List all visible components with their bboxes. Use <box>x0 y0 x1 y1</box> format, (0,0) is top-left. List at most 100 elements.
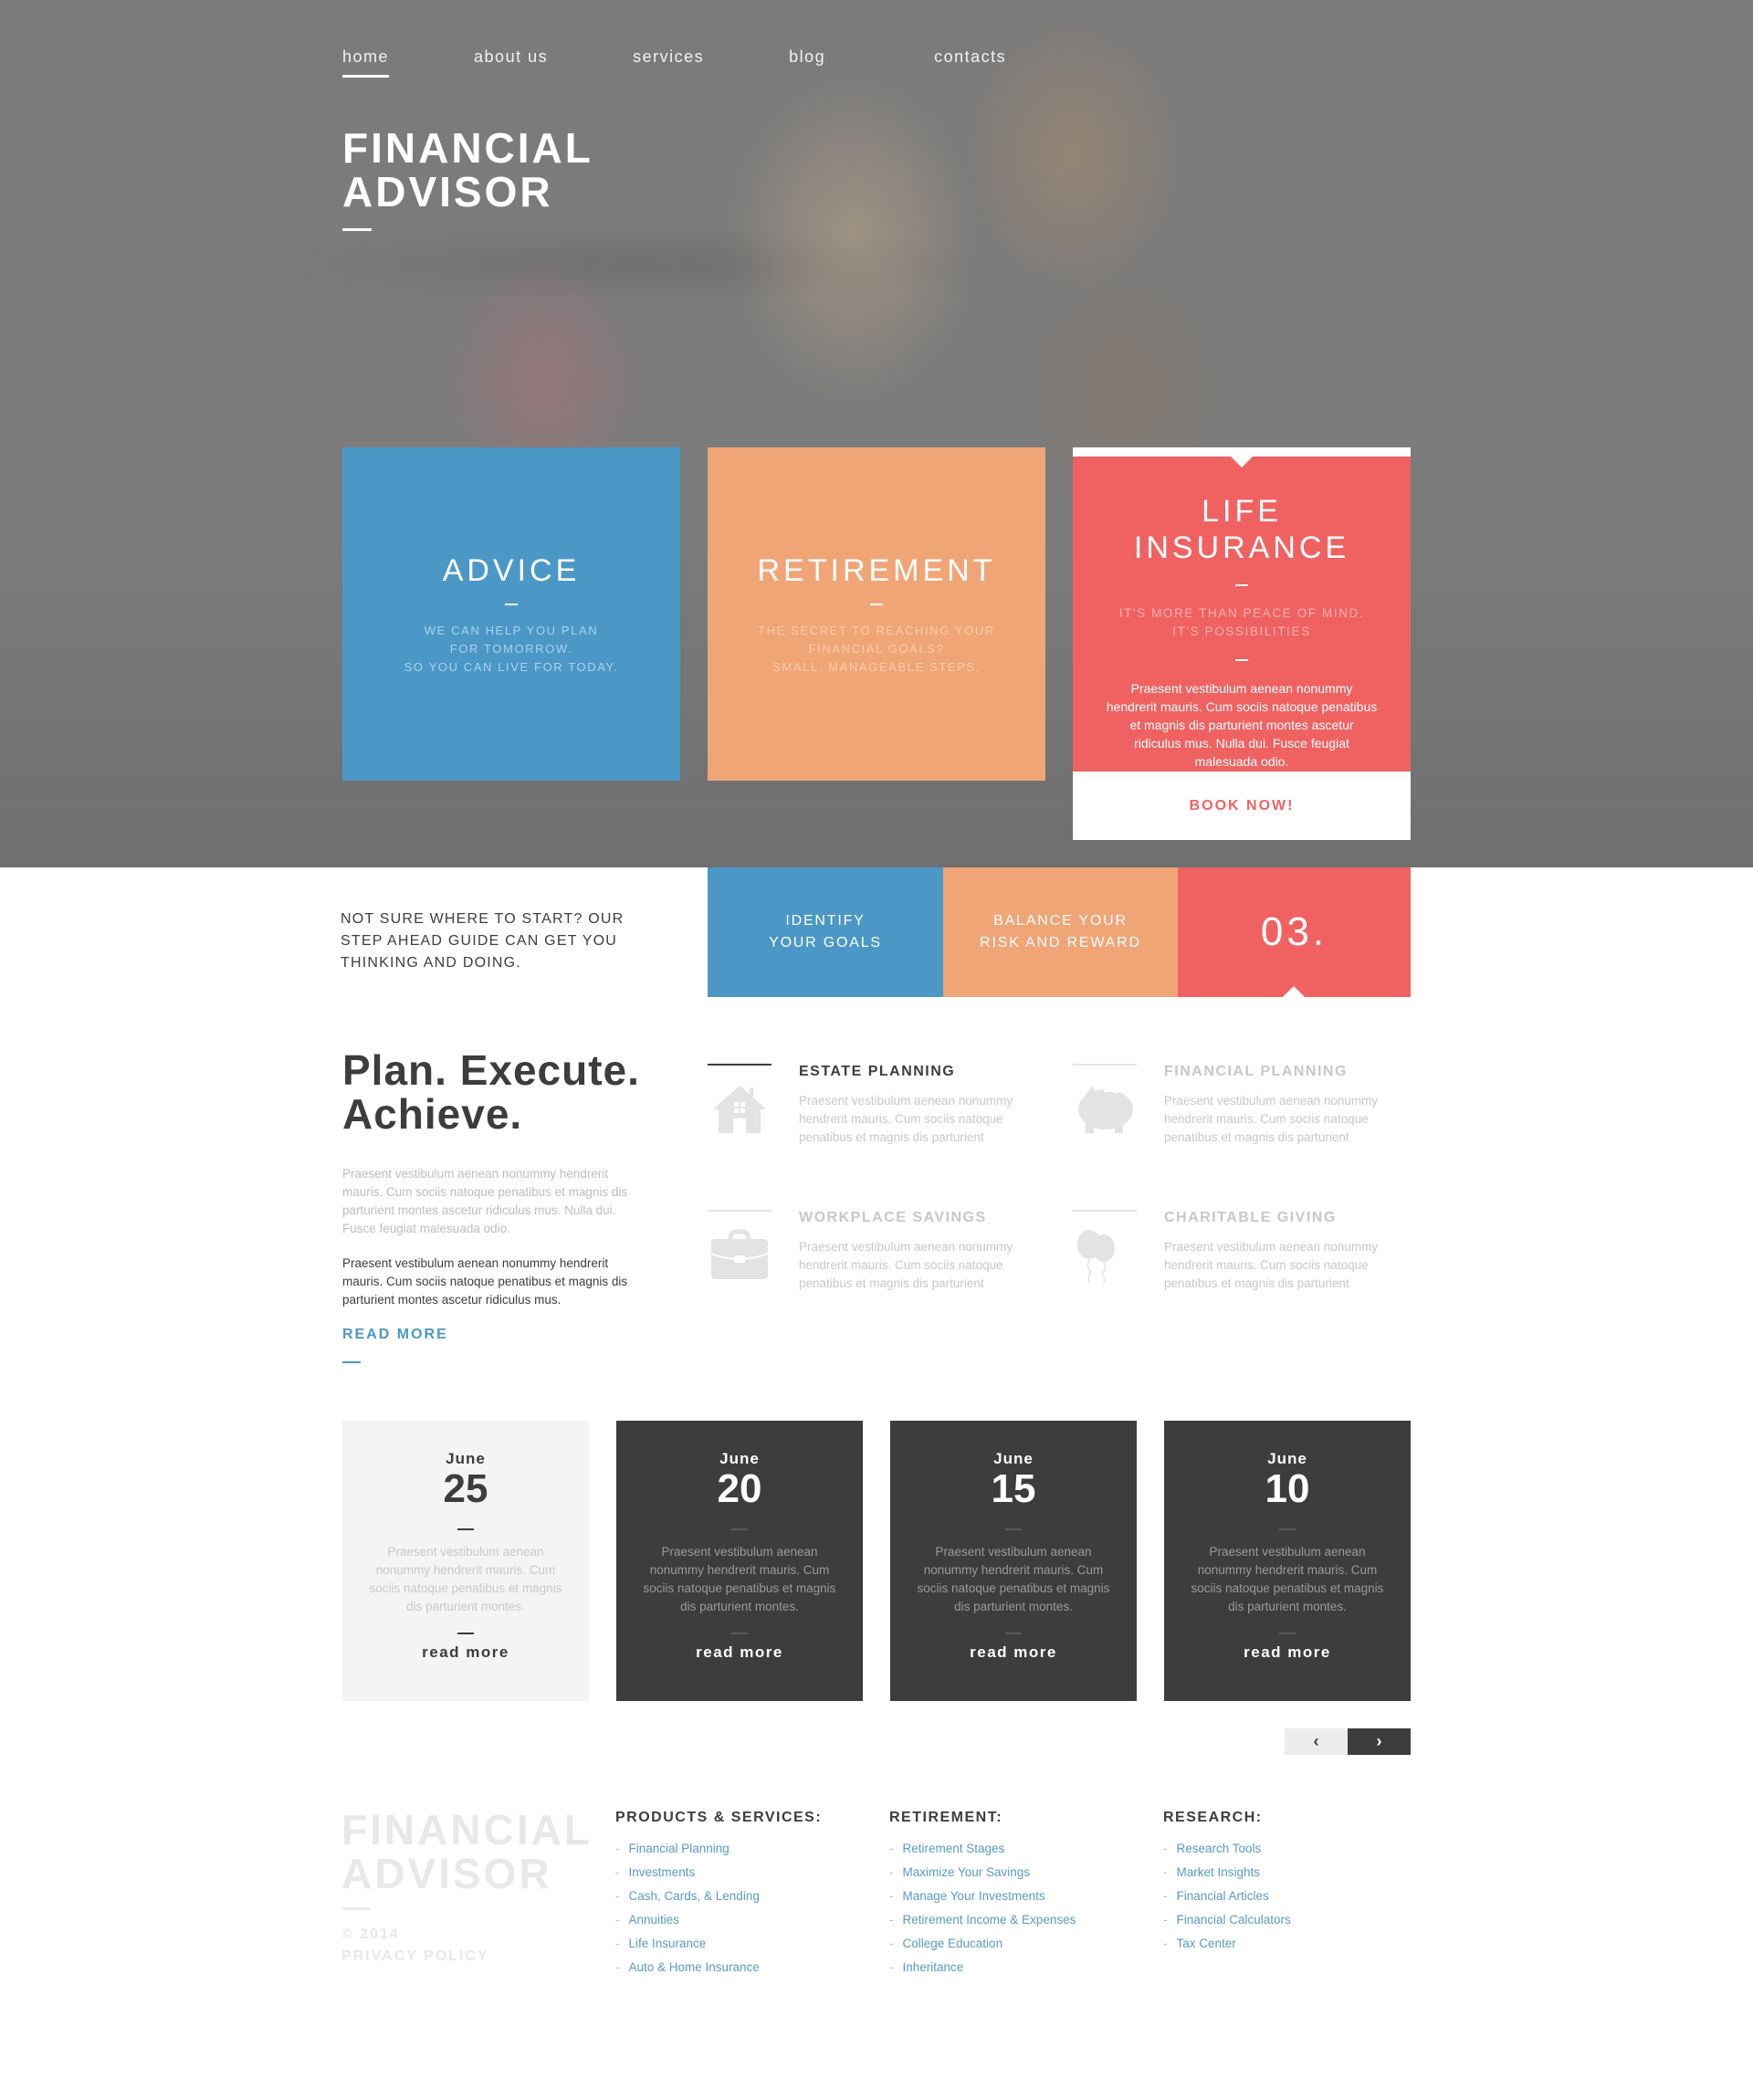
footer-link[interactable]: College Education <box>903 1937 1003 1950</box>
copyright-text: © 2014 <box>341 1927 400 1942</box>
heading-line-1: Plan. Execute. <box>342 1046 640 1094</box>
hero-section: home about us services blog contacts FIN… <box>0 0 1753 867</box>
life-insurance-tile[interactable]: LIFE INSURANCE IT'S MORE THAN PEACE OF M… <box>1073 447 1411 840</box>
tagline-line: FINANCIAL GOALS? <box>808 642 945 656</box>
footer-logo[interactable]: FINANCIAL ADVISOR <box>341 1808 593 1895</box>
feature-title: FINANCIAL PLANNING <box>1164 1064 1348 1079</box>
blog-card[interactable]: June 25 Praesent vestibulum aenean nonum… <box>342 1421 589 1701</box>
footer-list-item: - Annuities <box>615 1913 680 1927</box>
feature-financial-planning[interactable]: FINANCIAL PLANNING Praesent vestibulum a… <box>1073 1050 1411 1169</box>
retirement-tile[interactable]: RETIREMENT THE SECRET TO REACHING YOUR F… <box>708 447 1045 781</box>
footer-list-item: - Financial Calculators <box>1163 1913 1291 1927</box>
life-insurance-title: LIFE INSURANCE <box>1073 493 1411 566</box>
retirement-title: RETIREMENT <box>757 553 996 588</box>
plan-paragraph: Praesent vestibulum aenean nonummy hendr… <box>342 1256 628 1307</box>
blog-card[interactable]: June 20 Praesent vestibulum aenean nonum… <box>616 1421 863 1701</box>
footer-list-item: - Market Insights <box>1163 1865 1261 1879</box>
footer-list-item: - Investments <box>615 1865 696 1879</box>
advice-tagline: WE CAN HELP YOU PLAN FOR TOMORROW. SO YO… <box>342 622 680 677</box>
card-day: 15 <box>991 1466 1036 1511</box>
tagline-line: SMALL, MANAGEABLE STEPS. <box>772 660 981 674</box>
privacy-policy-link[interactable]: PRIVACY POLICY <box>341 1948 489 1964</box>
step-identify-goals[interactable]: IDENTIFY YOUR GOALS <box>708 867 943 997</box>
footer-column-heading: RETIREMENT: <box>889 1810 1003 1825</box>
read-more-link[interactable]: READ MORE <box>342 1327 448 1343</box>
footer-link[interactable]: Research Tools <box>1177 1842 1262 1855</box>
feature-description: Praesent vestibulum aenean nonummy hendr… <box>1164 1094 1379 1144</box>
blog-card[interactable]: June 15 Praesent vestibulum aenean nonum… <box>890 1421 1137 1701</box>
step-label-line: BALANCE YOUR <box>993 913 1128 929</box>
next-button[interactable]: › <box>1348 1728 1411 1755</box>
feature-title: ESTATE PLANNING <box>799 1064 956 1079</box>
advice-tile[interactable]: ADVICE WE CAN HELP YOU PLAN FOR TOMORROW… <box>342 447 680 781</box>
divider <box>457 1633 474 1634</box>
footer-link[interactable]: Manage Your Investments <box>903 1889 1045 1903</box>
footer-link[interactable]: Life Insurance <box>629 1937 707 1950</box>
footer-list-item: - Inheritance <box>889 1960 964 1974</box>
step-number: 03. <box>1260 909 1328 954</box>
footer-link[interactable]: Retirement Income & Expenses <box>903 1913 1076 1927</box>
chevron-left-icon: ‹ <box>1313 1732 1319 1750</box>
footer-link[interactable]: Investments <box>629 1865 696 1879</box>
divider <box>1235 584 1248 586</box>
step-indicator-arrow-icon <box>1283 986 1305 997</box>
main-nav: home about us services blog contacts <box>342 47 1006 78</box>
plan-heading: Plan. Execute. Achieve. <box>342 1048 640 1136</box>
footer-column-retirement: RETIREMENT: - Retirement Stages - Maximize… <box>889 1810 1076 1979</box>
footer-list-item: - Life Insurance <box>615 1937 707 1950</box>
feature-workplace-savings[interactable]: WORKPLACE SAVINGS Praesent vestibulum ae… <box>708 1196 1045 1315</box>
footer-list-item: - Financial Planning <box>615 1842 730 1855</box>
footer-link[interactable]: Auto & Home Insurance <box>629 1960 760 1974</box>
footer-list-item: - Cash, Cards, & Lending <box>615 1889 760 1903</box>
footer-link[interactable]: Financial Planning <box>629 1842 730 1855</box>
footer-link[interactable]: Annuities <box>629 1913 680 1927</box>
nav-about-us[interactable]: about us <box>474 47 548 67</box>
footer-list-item: - Manage Your Investments <box>889 1889 1045 1903</box>
footer-column-research: RESEARCH: - Research Tools - Market Insigh… <box>1163 1810 1291 1956</box>
footer-link[interactable]: Financial Articles <box>1177 1889 1269 1903</box>
step-balance-risk[interactable]: BALANCE YOUR RISK AND REWARD <box>943 867 1178 997</box>
blog-card[interactable]: June 10 Praesent vestibulum aenean nonum… <box>1164 1421 1411 1701</box>
feature-rule <box>1073 1064 1137 1066</box>
steps-intro-text: NOT SURE WHERE TO START? OUR STEP AHEAD … <box>341 911 625 971</box>
footer-link-list: - Retirement Stages - Maximize Your Saving… <box>889 1837 1076 1979</box>
card-read-more-link[interactable]: read more <box>1244 1643 1331 1662</box>
nav-contacts[interactable]: contacts <box>934 47 1006 67</box>
footer-column-products: PRODUCTS & SERVICES: - Financial Planning… <box>615 1810 822 1979</box>
logo-line-2: ADVISOR <box>341 1850 552 1897</box>
nav-services[interactable]: services <box>633 47 704 67</box>
logo-line-1: FINANCIAL <box>341 1806 593 1853</box>
footer-link[interactable]: Cash, Cards, & Lending <box>629 1889 760 1903</box>
step-three[interactable]: 03. <box>1178 867 1411 997</box>
book-now-button[interactable]: BOOK NOW! <box>1073 772 1411 840</box>
card-day: 20 <box>717 1466 762 1511</box>
nav-blog[interactable]: blog <box>789 47 825 67</box>
card-read-more-link[interactable]: read more <box>422 1643 509 1662</box>
briefcase-icon <box>710 1229 769 1279</box>
site-logo-title[interactable]: FINANCIAL ADVISOR <box>342 126 593 214</box>
footer-link[interactable]: Maximize Your Savings <box>903 1865 1031 1879</box>
notch-arrow-icon <box>1231 457 1253 467</box>
feature-charitable-giving[interactable]: CHARITABLE GIVING Praesent vestibulum ae… <box>1073 1196 1411 1315</box>
prev-button[interactable]: ‹ <box>1285 1728 1348 1755</box>
card-read-more-link[interactable]: read more <box>696 1643 783 1662</box>
chevron-right-icon: › <box>1376 1732 1382 1750</box>
divider <box>1005 1528 1022 1530</box>
feature-estate-planning[interactable]: ESTATE PLANNING Praesent vestibulum aene… <box>708 1050 1045 1169</box>
tagline-line: THE SECRET TO REACHING YOUR <box>758 624 995 637</box>
card-excerpt: Praesent vestibulum aenean nonummy hendr… <box>917 1545 1110 1613</box>
footer-logo-underline <box>342 1907 370 1910</box>
footer-link[interactable]: Retirement Stages <box>903 1842 1005 1855</box>
footer-column-heading: PRODUCTS & SERVICES: <box>615 1810 823 1825</box>
card-month: June <box>719 1450 760 1467</box>
footer-link[interactable]: Market Insights <box>1177 1865 1261 1879</box>
footer-link-list: - Financial Planning - Investments - Cash, … <box>615 1837 822 1979</box>
card-read-more-link[interactable]: read more <box>970 1643 1057 1662</box>
card-excerpt: Praesent vestibulum aenean nonummy hendr… <box>369 1545 562 1613</box>
footer-link[interactable]: Financial Calculators <box>1177 1913 1291 1927</box>
nav-home[interactable]: home <box>342 47 390 78</box>
footer-link[interactable]: Inheritance <box>903 1960 964 1974</box>
divider <box>505 604 518 605</box>
divider <box>1279 1633 1296 1634</box>
footer-link[interactable]: Tax Center <box>1177 1937 1236 1950</box>
